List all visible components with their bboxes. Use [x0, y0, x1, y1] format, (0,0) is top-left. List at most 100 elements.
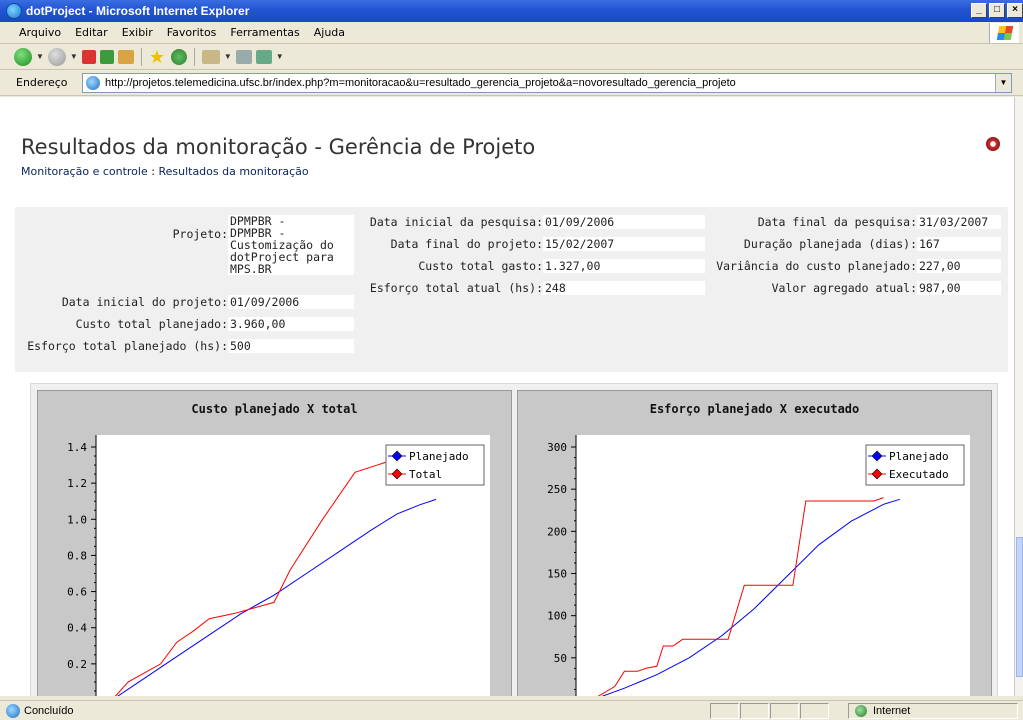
effort-chart: Esforço planejado X executado 0 50 100 150 2… — [517, 390, 992, 696]
address-label: Endereço — [16, 76, 68, 89]
duracao-planejada-value: 167 — [917, 237, 1001, 251]
forward-dropdown-icon[interactable]: ▼ — [70, 52, 78, 61]
y-tick-label: 0.0 — [67, 694, 87, 696]
data-inicial-projeto-label: Data inicial do projeto: — [61, 295, 228, 309]
valor-agregado-label: Valor agregado atual: — [771, 281, 917, 295]
ie-icon — [6, 3, 22, 19]
data-final-projeto-label: Data final do projeto: — [390, 237, 543, 251]
data-inicial-pesquisa-value: 01/09/2006 — [543, 215, 705, 229]
print-icon[interactable] — [235, 49, 252, 64]
mail-dropdown-icon[interactable]: ▼ — [224, 52, 232, 61]
projeto-value: DPMPBR - DPMPBR - Customização do dotPro… — [228, 215, 354, 275]
menu-item-editar[interactable]: Editar — [68, 26, 115, 39]
duracao-planejada-row: Duração planejada (dias): 167 — [705, 237, 1001, 251]
data-final-pesquisa-row: Data final da pesquisa: 31/03/2007 — [705, 215, 1001, 229]
projeto-label: Projeto: — [172, 227, 228, 241]
y-tick-label: 0.4 — [67, 622, 87, 635]
maximize-button[interactable]: □ — [989, 3, 1005, 18]
page-content: Resultados da monitoração - Gerência de … — [0, 97, 1014, 696]
y-tick-label: 1.0 — [67, 513, 87, 526]
data-final-projeto-row: Data final do projeto: 15/02/2007 — [355, 237, 705, 251]
esforco-total-atual-value: 248 — [543, 281, 705, 295]
toolbar-separator — [140, 47, 142, 66]
edit-dropdown-icon[interactable]: ▼ — [276, 52, 284, 61]
esforco-total-planejado-value: 500 — [228, 339, 354, 353]
variancia-custo-value: 227,00 — [917, 259, 1001, 273]
favorites-icon[interactable]: ★ — [149, 48, 167, 66]
legend-label: Executado — [889, 468, 949, 481]
window-title: dotProject - Microsoft Internet Explorer — [26, 4, 250, 18]
refresh-icon[interactable] — [99, 49, 114, 64]
menu-item-favoritos[interactable]: Favoritos — [160, 26, 224, 39]
home-icon[interactable] — [117, 49, 134, 64]
y-tick-label: 50 — [554, 652, 567, 665]
custo-total-gasto-row: Custo total gasto: 1.327,00 — [355, 259, 705, 273]
edit-icon[interactable] — [255, 49, 272, 64]
menu-item-ferramentas[interactable]: Ferramentas — [223, 26, 306, 39]
legend-label: Total — [409, 468, 442, 481]
data-inicial-projeto-row: Data inicial do projeto: 01/09/2006 — [15, 295, 354, 309]
variancia-custo-label: Variância do custo planejado: — [716, 259, 917, 273]
minimize-button[interactable]: _ — [971, 3, 987, 18]
y-tick-label: 0 — [560, 694, 567, 696]
back-dropdown-icon[interactable]: ▼ — [36, 52, 44, 61]
help-icon[interactable] — [986, 137, 1000, 151]
address-url[interactable]: http://projetos.telemedicina.ufsc.br/ind… — [105, 77, 736, 89]
address-input[interactable]: http://projetos.telemedicina.ufsc.br/ind… — [82, 73, 1012, 93]
variancia-custo-row: Variância do custo planejado: 227,00 — [705, 259, 1001, 273]
y-tick-label: 250 — [547, 483, 567, 496]
security-zone: Internet — [848, 703, 1018, 719]
status-cell — [770, 703, 799, 719]
breadcrumb-separator: : — [151, 165, 155, 178]
custo-total-planejado-row: Custo total planejado: 3.960,00 — [15, 317, 354, 331]
globe-icon — [855, 705, 867, 717]
valor-agregado-value: 987,00 — [917, 281, 1001, 295]
vertical-scrollbar[interactable] — [1014, 97, 1023, 696]
valor-agregado-row: Valor agregado atual: 987,00 — [705, 281, 1001, 295]
y-tick-label: 300 — [547, 441, 567, 454]
media-icon[interactable] — [170, 48, 187, 65]
mail-icon[interactable] — [201, 49, 220, 64]
page-status-icon — [6, 703, 20, 718]
breadcrumb: Monitoração e controle : Resultados da m… — [21, 165, 309, 178]
menu-item-ajuda[interactable]: Ajuda — [307, 26, 352, 39]
page-icon — [86, 76, 100, 90]
back-icon[interactable] — [14, 47, 32, 66]
breadcrumb-link-monitoracao[interactable]: Monitoração e controle — [21, 165, 148, 178]
effort-chart-svg: 0 50 100 150 200 250 300 Planejado Executado — [547, 435, 970, 696]
data-inicial-projeto-value: 01/09/2006 — [228, 295, 354, 309]
close-button[interactable]: × — [1007, 3, 1023, 18]
esforco-total-atual-label: Esforço total atual (hs): — [369, 281, 543, 295]
esforco-total-planejado-row: Esforço total planejado (hs): 500 — [15, 339, 354, 353]
menu-item-arquivo[interactable]: Arquivo — [12, 26, 68, 39]
toolbar: ▼ ▼ ★ ▼ ▼ — [0, 44, 1023, 70]
y-tick-label: 0.2 — [67, 658, 87, 671]
legend-label: Planejado — [889, 450, 949, 463]
project-info-panel: Projeto: DPMPBR - DPMPBR - Customização … — [15, 207, 1008, 372]
esforco-total-planejado-label: Esforço total planejado (hs): — [27, 339, 228, 353]
status-cell — [740, 703, 769, 719]
status-bar: Concluído Internet — [0, 700, 1023, 720]
zone-text: Internet — [873, 705, 911, 717]
stop-icon[interactable] — [81, 49, 96, 64]
data-inicial-pesquisa-label: Data inicial da pesquisa: — [369, 215, 543, 229]
status-cell — [710, 703, 739, 719]
toolbar-separator — [193, 47, 195, 66]
address-dropdown-icon[interactable]: ▼ — [995, 74, 1011, 92]
menu-item-exibir[interactable]: Exibir — [115, 26, 160, 39]
custo-total-planejado-label: Custo total planejado: — [75, 317, 228, 331]
data-final-pesquisa-value: 31/03/2007 — [917, 215, 1001, 229]
breadcrumb-link-resultados[interactable]: Resultados da monitoração — [158, 165, 308, 178]
window-title-bar: dotProject - Microsoft Internet Explorer… — [0, 0, 1023, 22]
scrollbar-thumb[interactable] — [1016, 537, 1023, 677]
legend-label: Planejado — [409, 450, 469, 463]
forward-icon[interactable] — [47, 47, 66, 66]
projeto-line: MPS.BR — [230, 262, 272, 276]
cost-chart-svg: 0.0 0.2 0.4 0.6 0.8 1.0 1.2 1.4 Planejado Total — [67, 435, 490, 696]
y-tick-label: 150 — [547, 568, 567, 581]
y-tick-label: 1.4 — [67, 441, 87, 454]
custo-total-planejado-value: 3.960,00 — [228, 317, 354, 331]
data-inicial-pesquisa-row: Data inicial da pesquisa: 01/09/2006 — [355, 215, 705, 229]
status-text: Concluído — [24, 704, 74, 717]
charts-panel: Custo planejado X total 0.0 0.2 0.4 0.6 0.8 1… — [30, 383, 998, 696]
